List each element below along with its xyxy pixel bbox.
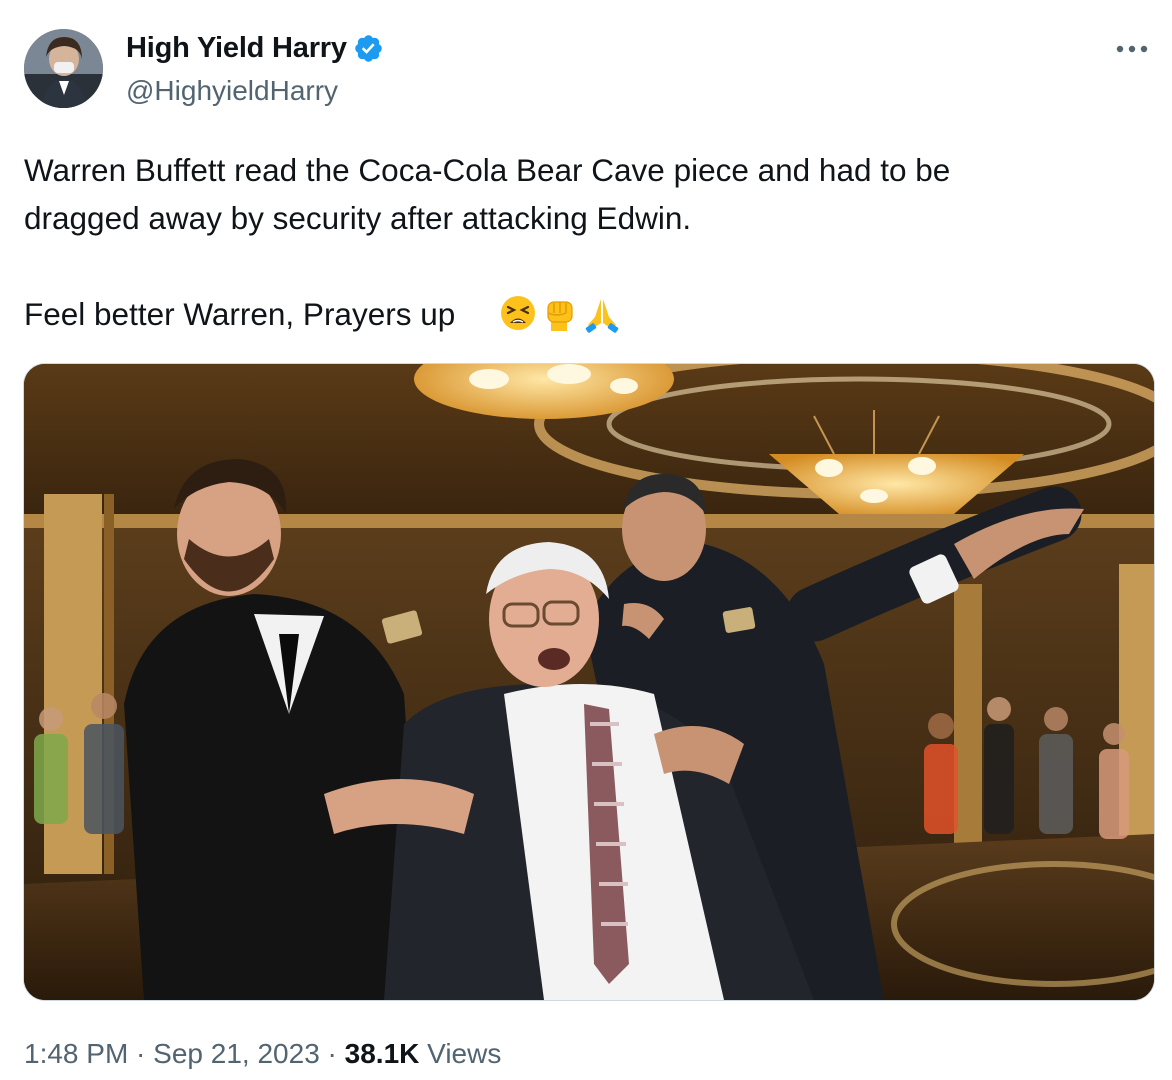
verified-badge-icon bbox=[355, 35, 382, 62]
more-options-button[interactable] bbox=[1112, 29, 1152, 69]
meta-separator: · bbox=[128, 1038, 154, 1069]
tired-face-emoji-icon bbox=[501, 296, 535, 330]
views-link[interactable]: 38.1K Views bbox=[345, 1038, 502, 1069]
raised-fist-emoji-icon bbox=[547, 301, 573, 331]
tweet-meta: 1:48 PM · Sep 21, 2023 · 38.1K Views bbox=[24, 1038, 501, 1070]
meta-separator: · bbox=[319, 1038, 345, 1069]
tweet-date[interactable]: Sep 21, 2023 bbox=[153, 1038, 320, 1069]
tweet-photo[interactable] bbox=[23, 363, 1155, 1001]
author-name-row[interactable]: High Yield Harry bbox=[126, 32, 384, 65]
user-avatar-icon bbox=[24, 29, 103, 108]
views-label: Views bbox=[419, 1038, 502, 1069]
emoji-row bbox=[498, 293, 622, 333]
author-handle[interactable]: @HighyieldHarry bbox=[126, 75, 338, 107]
views-count: 38.1K bbox=[344, 1038, 420, 1069]
tweet-text-line-3: Feel better Warren, Prayers up bbox=[24, 296, 456, 332]
author-avatar[interactable] bbox=[24, 29, 103, 108]
tweet-time[interactable]: 1:48 PM bbox=[24, 1038, 128, 1069]
tweet-text-line-1: Warren Buffett read the Coca-Cola Bear C… bbox=[24, 152, 951, 188]
more-icon bbox=[1116, 45, 1148, 53]
tweet-text-line-2: dragged away by security after attacking… bbox=[24, 200, 692, 236]
author-display-name[interactable]: High Yield Harry bbox=[126, 32, 347, 65]
photo-illustration bbox=[24, 364, 1154, 1000]
folded-hands-emoji-icon bbox=[585, 299, 619, 333]
tweet: High Yield Harry @HighyieldHarry Warren … bbox=[0, 0, 1172, 1080]
